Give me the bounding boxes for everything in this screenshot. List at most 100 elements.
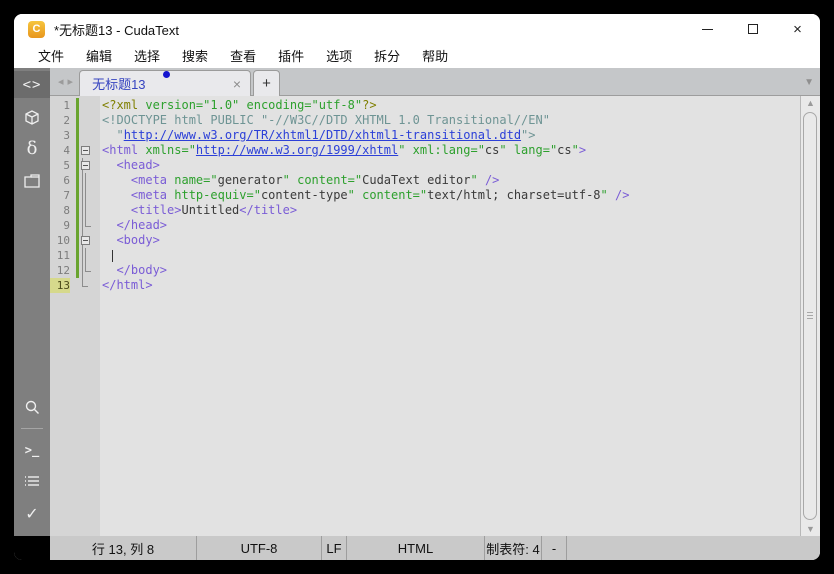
fold-marker[interactable] [79, 233, 95, 248]
tab-menu-icon[interactable]: ▼ [804, 77, 814, 88]
close-button[interactable]: × [775, 14, 820, 44]
code-text: <?xml version="1.0" encoding="utf-8"?> [102, 98, 377, 112]
search-icon [25, 400, 39, 414]
scrollbar-grip [807, 312, 813, 321]
code-text: <meta name="generator" content="CudaText… [130, 173, 500, 187]
title-bar: C *无标题13 - CudaText × [14, 14, 820, 44]
line-number: 13 [50, 278, 70, 293]
line-number: 7 [63, 189, 70, 202]
line-number: 11 [56, 249, 70, 262]
editor-line[interactable]: 9 </head> [50, 218, 800, 233]
line-number: 2 [63, 114, 70, 127]
menu-split[interactable]: 拆分 [363, 44, 411, 68]
fold-marker [79, 263, 95, 278]
status-message [567, 536, 820, 560]
app-icon: C [28, 20, 45, 38]
tab-close-icon[interactable]: × [233, 77, 241, 91]
editor-line[interactable]: 11 [50, 248, 800, 263]
text-caret [112, 249, 113, 262]
line-number: 8 [63, 204, 70, 217]
fold-marker [79, 218, 95, 233]
menu-edit[interactable]: 编辑 [75, 44, 123, 68]
menu-help[interactable]: 帮助 [411, 44, 459, 68]
modified-indicator [163, 71, 170, 78]
editor-line[interactable]: 10 <body> [50, 233, 800, 248]
code-text [95, 248, 113, 263]
editor-line[interactable]: 4 <html xmlns="http://www.w3.org/1999/xht… [50, 143, 800, 158]
sidebar-item-output[interactable] [14, 468, 50, 495]
close-icon: × [793, 20, 802, 38]
status-corner [14, 536, 50, 560]
fold-marker [79, 113, 95, 128]
sidebar-item-packages[interactable] [14, 103, 50, 130]
sidebar-item-code-tree[interactable]: <> [14, 71, 50, 98]
tab-label: 无标题13 [92, 77, 146, 92]
sidebar-item-console[interactable]: >_ [14, 436, 50, 463]
package-icon [25, 109, 39, 125]
sidebar-item-validate[interactable]: ✓ [14, 500, 50, 527]
maximize-button[interactable] [730, 14, 775, 44]
menu-options[interactable]: 选项 [315, 44, 363, 68]
tab-prev-icon[interactable]: ◂ [56, 75, 66, 88]
editor-line[interactable]: 3 "http://www.w3.org/TR/xhtml1/DTD/xhtml… [50, 128, 800, 143]
sidebar-item-tabs[interactable] [14, 167, 50, 194]
code-text: <body> [116, 233, 160, 247]
sidebar-divider [21, 428, 43, 429]
menu-plugins[interactable]: 插件 [267, 44, 315, 68]
status-tab-size[interactable]: 制表符: 4 [485, 536, 542, 560]
editor-line[interactable]: 8 <title>Untitled</title> [50, 203, 800, 218]
status-line-endings[interactable]: LF [322, 536, 347, 560]
list-icon [25, 475, 39, 486]
fold-marker[interactable] [79, 158, 95, 173]
line-number: 3 [63, 129, 70, 142]
menu-view[interactable]: 查看 [219, 44, 267, 68]
menu-search[interactable]: 搜索 [171, 44, 219, 68]
editor-line[interactable]: 13 </html> [50, 278, 800, 293]
editor[interactable]: 1 <?xml version="1.0" encoding="utf-8"?> 2… [50, 96, 820, 536]
code-text: </body> [116, 263, 168, 277]
scroll-up-icon[interactable]: ▲ [801, 96, 820, 110]
fold-marker [79, 203, 95, 218]
code-text: <html xmlns="http://www.w3.org/1999/xhtm… [102, 143, 587, 157]
sidebar-item-snippets[interactable]: δ [14, 135, 50, 162]
fold-marker[interactable] [79, 143, 95, 158]
check-icon: ✓ [25, 505, 39, 523]
code-text: <!DOCTYPE html PUBLIC "-//W3C//DTD XHTML… [102, 113, 550, 127]
line-number: 1 [63, 99, 70, 112]
tab-scroll-arrows: ◂ ▸ [50, 68, 79, 95]
scroll-down-icon[interactable]: ▼ [801, 522, 820, 536]
editor-line[interactable]: 7 <meta http-equiv="content-type" conten… [50, 188, 800, 203]
editor-line[interactable]: 6 <meta name="generator" content="CudaTe… [50, 173, 800, 188]
new-tab-button[interactable]: + [253, 70, 281, 96]
status-selection[interactable]: - [542, 536, 567, 560]
minimize-button[interactable] [685, 14, 730, 44]
fold-marker [79, 248, 95, 263]
menu-bar: 文件 编辑 选择 搜索 查看 插件 选项 拆分 帮助 [14, 44, 820, 68]
tab-next-icon[interactable]: ▸ [66, 75, 76, 88]
console-icon: >_ [24, 442, 40, 457]
line-number: 6 [63, 174, 70, 187]
maximize-icon [747, 24, 758, 34]
menu-file[interactable]: 文件 [27, 44, 75, 68]
delta-icon: δ [26, 138, 38, 159]
editor-rows: 1 <?xml version="1.0" encoding="utf-8"?> 2… [50, 96, 800, 536]
sidebar-item-find[interactable] [14, 394, 50, 421]
editor-line[interactable]: 12 </body> [50, 263, 800, 278]
file-tab-icon [24, 173, 40, 188]
status-lexer[interactable]: HTML [347, 536, 485, 560]
status-encoding[interactable]: UTF-8 [197, 536, 322, 560]
window-controls: × [685, 14, 820, 44]
line-number: 5 [63, 159, 70, 172]
code-text: </html> [102, 278, 153, 292]
menu-select[interactable]: 选择 [123, 44, 171, 68]
editor-line[interactable]: 5 <head> [50, 158, 800, 173]
scrollbar-thumb[interactable] [803, 112, 817, 520]
tab-bar: ◂ ▸ 无标题13 × + ▼ [50, 68, 820, 96]
vertical-scrollbar[interactable]: ▲ ▼ [800, 96, 820, 536]
editor-line[interactable]: 2 <!DOCTYPE html PUBLIC "-//W3C//DTD XHTM… [50, 113, 800, 128]
editor-line[interactable]: 1 <?xml version="1.0" encoding="utf-8"?> [50, 98, 800, 113]
code-text: <title>Untitled</title> [130, 203, 298, 217]
plus-icon: + [262, 75, 271, 92]
status-caret-position[interactable]: 行 13, 列 8 [50, 536, 197, 560]
fold-marker [79, 278, 95, 293]
